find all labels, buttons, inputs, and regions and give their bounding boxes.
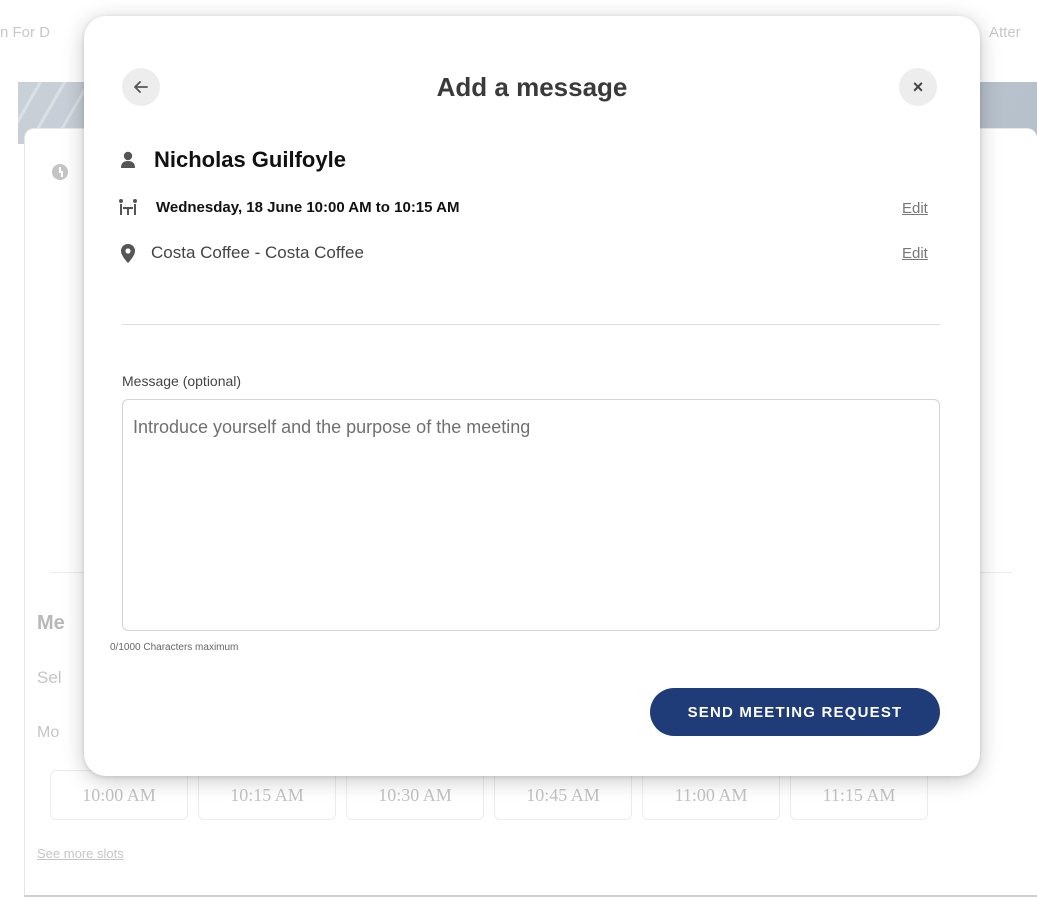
time-slot[interactable]: 10:15 AM — [198, 770, 336, 820]
close-button[interactable]: × — [899, 68, 937, 106]
meeting-time-row: Wednesday, 18 June 10:00 AM to 10:15 AM — [118, 196, 459, 218]
dialog-divider — [122, 324, 940, 325]
background-tab-right: Atter — [989, 24, 1021, 41]
character-count: 0/1000 Characters maximum — [110, 642, 239, 653]
meeting-location-text: Costa Coffee - Costa Coffee — [151, 243, 364, 262]
edit-time-link[interactable]: Edit — [902, 200, 928, 217]
send-meeting-request-button[interactable]: SEND MEETING REQUEST — [650, 688, 940, 736]
time-slot[interactable]: 10:00 AM — [50, 770, 188, 820]
edit-location-link[interactable]: Edit — [902, 245, 928, 262]
attendee-row: Nicholas Guilfoyle — [118, 147, 346, 173]
time-slot[interactable]: 10:30 AM — [346, 770, 484, 820]
meeting-time-text: Wednesday, 18 June 10:00 AM to 10:15 AM — [156, 198, 460, 216]
person-icon — [118, 149, 138, 171]
clock-icon — [52, 164, 68, 180]
add-message-dialog: Add a message × Nicholas Guilfoyle Wedne… — [84, 16, 980, 776]
time-slot[interactable]: 11:00 AM — [642, 770, 780, 820]
time-slot-list: 10:00 AM 10:15 AM 10:30 AM 10:45 AM 11:0… — [50, 770, 928, 820]
time-slot[interactable]: 10:45 AM — [494, 770, 632, 820]
meeting-table-icon — [118, 196, 138, 218]
background-section-heading: Me — [37, 612, 65, 634]
see-more-slots-link[interactable]: See more slots — [37, 846, 124, 861]
close-icon: × — [912, 76, 924, 97]
attendee-name: Nicholas Guilfoyle — [154, 147, 346, 172]
message-textarea[interactable] — [122, 399, 940, 631]
screen: n For D Atter Me Sel Mo 10:00 AM 10:15 A… — [0, 0, 1037, 897]
background-section-subtitle: Sel — [37, 668, 62, 687]
map-pin-icon — [118, 242, 138, 264]
background-tab-left: n For D — [0, 24, 51, 41]
dialog-title: Add a message — [436, 72, 628, 102]
background-day-label: Mo — [37, 724, 60, 741]
meeting-location-row: Costa Coffee - Costa Coffee — [118, 242, 364, 264]
time-slot[interactable]: 11:15 AM — [790, 770, 928, 820]
message-label: Message (optional) — [122, 373, 242, 389]
